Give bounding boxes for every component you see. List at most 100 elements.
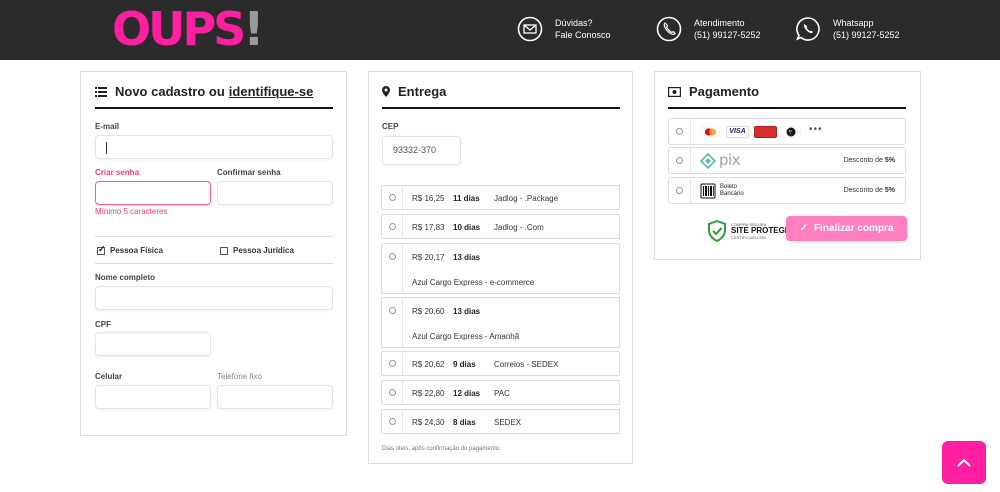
contact-whatsapp[interactable]: Whatsapp (51) 99127-5252 xyxy=(795,16,900,42)
boleto-discount: Desconto de 5% xyxy=(843,187,895,194)
nome-label: Nome completo xyxy=(95,273,156,282)
shipping-price: R$ 20,17 xyxy=(412,253,445,262)
check-icon: ✓ xyxy=(799,223,808,234)
whatsapp-line2: (51) 99127-5252 xyxy=(833,30,900,40)
shipping-carrier: Jadlog - .Com xyxy=(494,223,544,232)
cadastro-card: Novo cadastro ou identifique-se E-mail C… xyxy=(80,71,347,436)
radio-icon[interactable] xyxy=(389,223,396,230)
shipping-option[interactable]: R$ 20,62 9 dias Correios - SEDEX xyxy=(381,351,620,376)
shipping-option[interactable]: R$ 16,25 11 dias Jadlog - .Package xyxy=(381,185,620,210)
shipping-days: 10 dias xyxy=(453,223,481,232)
radio-icon[interactable] xyxy=(676,157,683,164)
contact-atendimento[interactable]: Atendimento (51) 99127-5252 xyxy=(656,16,761,42)
payment-option-boleto[interactable]: Boleto Bancário Desconto de 5% xyxy=(668,177,906,204)
title-underline xyxy=(95,107,333,109)
finalizar-compra-button[interactable]: ✓ Finalizar compra xyxy=(786,216,907,241)
telefone-field[interactable] xyxy=(217,385,333,409)
money-icon xyxy=(668,86,681,97)
pagamento-card: Pagamento VISA ••• pix Desconto de 5% Bo… xyxy=(654,71,921,260)
radio-icon[interactable] xyxy=(676,128,683,135)
boleto-label: Boleto Bancário xyxy=(720,184,744,197)
celular-label: Celular xyxy=(95,372,123,381)
shipping-price: R$ 22,80 xyxy=(412,389,445,398)
elo-icon xyxy=(781,126,801,138)
barcode-icon xyxy=(700,183,716,199)
text-cursor xyxy=(106,142,107,154)
mail-icon xyxy=(517,16,543,42)
shipping-days: 11 dias xyxy=(453,194,480,203)
divider xyxy=(95,263,333,264)
pix-icon xyxy=(700,153,716,169)
cep-label: CEP xyxy=(382,122,399,131)
divider xyxy=(95,236,333,237)
radio-icon[interactable] xyxy=(389,389,396,396)
shipping-carrier: SEDEX xyxy=(494,418,522,427)
senha-field[interactable] xyxy=(95,181,211,205)
payment-option-pix[interactable]: pix Desconto de 5% xyxy=(668,147,906,174)
title-underline xyxy=(668,107,906,109)
contact-duvidas[interactable]: Dúvidas? Fale Conosco xyxy=(517,16,611,42)
pagamento-title: Pagamento xyxy=(668,84,759,99)
email-field[interactable] xyxy=(95,135,333,159)
shipping-option[interactable]: R$ 17,83 10 dias Jadlog - .Com xyxy=(381,214,620,239)
pix-discount: Desconto de 5% xyxy=(843,157,895,164)
radio-icon[interactable] xyxy=(389,307,396,314)
radio-icon[interactable] xyxy=(389,360,396,367)
radio-icon[interactable] xyxy=(389,253,396,260)
shipping-days: 9 dias xyxy=(453,360,476,369)
phone-icon xyxy=(656,16,682,42)
radio-icon[interactable] xyxy=(676,187,683,194)
cpf-field[interactable] xyxy=(95,332,211,356)
duvidas-line2: Fale Conosco xyxy=(555,30,611,40)
shipping-carrier: Jadlog - .Package xyxy=(494,194,559,203)
shipping-price: R$ 17,83 xyxy=(412,223,445,232)
shipping-price: R$ 20,62 xyxy=(412,360,445,369)
nome-field[interactable] xyxy=(95,286,333,310)
hipercard-icon xyxy=(754,126,777,138)
duvidas-line1: Dúvidas? xyxy=(555,18,593,28)
shipping-price: R$ 20,60 xyxy=(412,307,445,316)
title-underline xyxy=(382,107,620,109)
celular-field[interactable] xyxy=(95,385,211,409)
shipping-option[interactable]: R$ 20,60 13 dias Azul Cargo Express - Am… xyxy=(381,297,620,348)
confirmar-senha-field[interactable] xyxy=(217,181,333,205)
shipping-days: 12 dias xyxy=(453,389,481,398)
cpf-label: CPF xyxy=(95,320,111,329)
whatsapp-icon xyxy=(795,17,820,41)
site-header: OUPS! Dúvidas? Fale Conosco Atendimento (5… xyxy=(0,0,1000,60)
atendimento-line1: Atendimento xyxy=(694,18,745,28)
shipping-option[interactable]: R$ 20,17 13 dias Azul Cargo Express - e-… xyxy=(381,243,620,294)
delivery-note: Dias úteis, após confirmação do pagament… xyxy=(382,446,501,452)
entrega-title: Entrega xyxy=(382,84,446,99)
radio-icon[interactable] xyxy=(389,194,396,201)
back-to-top-button[interactable] xyxy=(942,441,986,484)
pix-label: pix xyxy=(719,151,741,169)
mastercard-icon xyxy=(701,126,720,138)
shipping-option[interactable]: R$ 22,80 12 dias PAC xyxy=(381,380,620,405)
entrega-card: Entrega CEP 93332-370 R$ 16,25 11 dias J… xyxy=(368,71,633,464)
telefone-label: Telefone fixo xyxy=(217,372,262,381)
visa-icon: VISA xyxy=(726,126,749,138)
whatsapp-line1: Whatsapp xyxy=(833,18,874,28)
shipping-option[interactable]: R$ 24,30 8 dias SEDEX xyxy=(381,409,620,434)
more-cards-icon: ••• xyxy=(809,124,823,135)
identifique-se-link[interactable]: identifique-se xyxy=(229,84,314,99)
pessoa-fisica-option[interactable]: Pessoa Física xyxy=(97,244,163,255)
list-icon xyxy=(95,86,107,97)
email-label: E-mail xyxy=(95,122,120,131)
pessoa-juridica-option[interactable]: Pessoa Jurídica xyxy=(220,246,294,255)
location-pin-icon xyxy=(382,86,390,97)
checkbox-checked-icon xyxy=(97,244,106,255)
cep-field[interactable]: 93332-370 xyxy=(382,136,461,165)
shipping-price: R$ 24,30 xyxy=(412,418,445,427)
payment-option-card[interactable]: VISA ••• xyxy=(668,118,906,145)
oups-logo[interactable]: OUPS! xyxy=(112,4,264,54)
atendimento-line2: (51) 99127-5252 xyxy=(694,30,761,40)
radio-icon[interactable] xyxy=(389,418,396,425)
confirmar-senha-label: Confirmar senha xyxy=(217,168,281,177)
cadastro-title: Novo cadastro ou identifique-se xyxy=(95,84,313,99)
cadastro-title-text: Novo cadastro ou xyxy=(115,84,225,99)
shipping-carrier: Correios - SEDEX xyxy=(494,360,559,369)
shipping-carrier: Azul Cargo Express - e-commerce xyxy=(412,278,535,287)
checkbox-empty-icon xyxy=(220,246,228,255)
